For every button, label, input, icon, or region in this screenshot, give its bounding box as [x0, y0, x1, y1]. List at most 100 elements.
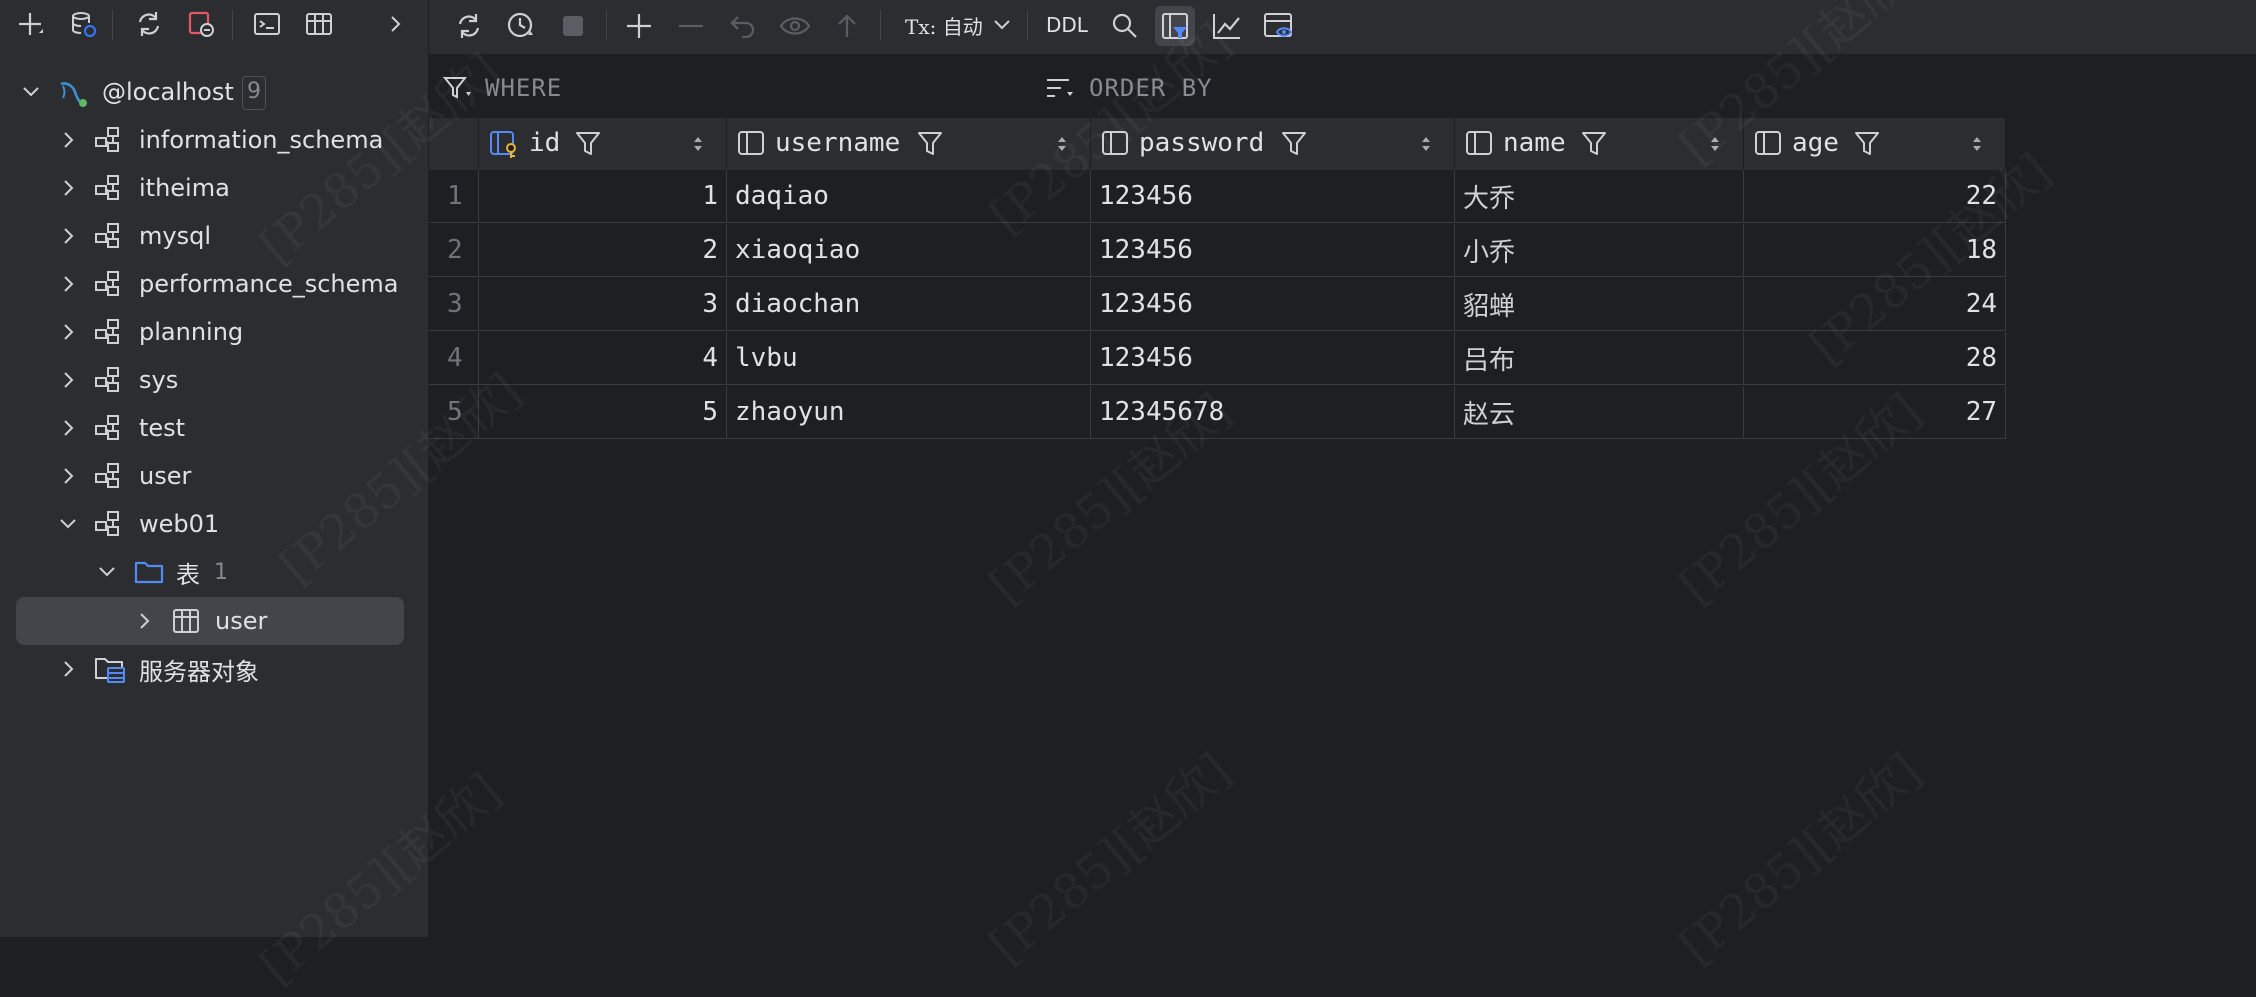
table-cell-username[interactable]: daqiao — [727, 170, 1091, 223]
preview-changes-icon[interactable] — [775, 6, 815, 46]
column-header-username[interactable]: username — [727, 118, 1091, 170]
query-console-icon[interactable] — [248, 5, 286, 43]
disconnect-icon[interactable] — [182, 5, 220, 43]
chevron-down-icon[interactable] — [58, 514, 78, 534]
delete-row-icon[interactable] — [671, 6, 711, 46]
table-cell-password[interactable]: 12345678 — [1091, 386, 1455, 439]
refresh-icon[interactable] — [130, 5, 168, 43]
column-header-label: password — [1139, 128, 1265, 158]
chevron-right-icon[interactable] — [134, 611, 154, 631]
chevron-right-icon[interactable] — [58, 130, 78, 150]
chevron-right-icon[interactable] — [58, 274, 78, 294]
table-cell-username[interactable]: xiaoqiao — [727, 224, 1091, 277]
history-clock-icon[interactable] — [501, 6, 541, 46]
chevron-right-icon[interactable] — [58, 659, 78, 679]
table-view-icon[interactable] — [300, 5, 338, 43]
tree-database-mysql[interactable]: mysql — [0, 213, 428, 259]
table-cell-name[interactable]: 貂蝉 — [1455, 278, 1744, 331]
row-number-header[interactable] — [429, 118, 479, 170]
tree-database-information_schema[interactable]: information_schema — [0, 117, 428, 163]
revert-icon[interactable] — [723, 6, 763, 46]
submit-arrow-up-icon[interactable] — [827, 6, 867, 46]
sort-arrows-icon[interactable] — [1970, 134, 1984, 158]
search-icon[interactable] — [1105, 6, 1145, 46]
table-cell-name[interactable]: 赵云 — [1455, 386, 1744, 439]
order-by-input[interactable]: ORDER BY — [1045, 58, 1645, 118]
tree-database-user[interactable]: user — [0, 453, 428, 499]
view-options-icon[interactable] — [1259, 6, 1299, 46]
column-filter-icon[interactable] — [1581, 130, 1607, 162]
chart-icon[interactable] — [1207, 6, 1247, 46]
table-cell-password[interactable]: 123456 — [1091, 170, 1455, 223]
tables-folder[interactable]: 表 1 — [0, 549, 428, 595]
row-number[interactable]: 5 — [429, 386, 479, 439]
reload-icon[interactable] — [449, 6, 489, 46]
tree-database-test[interactable]: test — [0, 405, 428, 451]
table-cell-password[interactable]: 123456 — [1091, 224, 1455, 277]
sort-arrows-icon[interactable] — [1419, 134, 1433, 158]
transaction-mode-dropdown[interactable]: Tx: 自动 — [905, 0, 1011, 50]
database-label: itheima — [139, 174, 230, 202]
table-cell-username[interactable]: zhaoyun — [727, 386, 1091, 439]
tree-database-sys[interactable]: sys — [0, 357, 428, 403]
server-objects[interactable]: 服务器对象 — [0, 646, 428, 692]
chevron-right-icon[interactable] — [58, 178, 78, 198]
table-cell-name[interactable]: 大乔 — [1455, 170, 1744, 223]
data-editor: Tx: 自动 DDL WHERE ORDER BY id username pa… — [250, 0, 2256, 995]
table-cell-id[interactable]: 1 — [479, 170, 727, 223]
chevron-right-icon[interactable] — [58, 322, 78, 342]
sort-arrows-icon[interactable] — [1055, 134, 1069, 158]
table-cell-username[interactable]: lvbu — [727, 332, 1091, 385]
column-filter-icon[interactable] — [1854, 130, 1880, 162]
table-cell-age[interactable]: 22 — [1744, 170, 2006, 223]
table-item-user[interactable]: user — [0, 598, 428, 644]
column-header-name[interactable]: name — [1455, 118, 1744, 170]
data-source-properties-icon[interactable] — [64, 5, 102, 43]
row-number[interactable]: 1 — [429, 170, 479, 223]
table-cell-age[interactable]: 28 — [1744, 332, 2006, 385]
table-cell-age[interactable]: 24 — [1744, 278, 2006, 331]
table-cell-id[interactable]: 4 — [479, 332, 727, 385]
column-filter-icon[interactable] — [917, 130, 943, 162]
column-filter-icon[interactable] — [575, 130, 601, 162]
table-cell-age[interactable]: 18 — [1744, 224, 2006, 277]
sort-arrows-icon[interactable] — [1708, 134, 1722, 158]
column-header-label: name — [1503, 128, 1566, 158]
where-filter-input[interactable]: WHERE — [443, 58, 1003, 118]
table-cell-id[interactable]: 2 — [479, 224, 727, 277]
tree-database-itheima[interactable]: itheima — [0, 165, 428, 211]
tree-database-performance_schema[interactable]: performance_schema — [0, 261, 428, 307]
row-number[interactable]: 3 — [429, 278, 479, 331]
row-number[interactable]: 2 — [429, 224, 479, 277]
table-cell-name[interactable]: 小乔 — [1455, 224, 1744, 277]
tree-root-localhost[interactable]: @localhost 9 — [0, 69, 428, 115]
tree-database-web01[interactable]: web01 — [0, 501, 428, 547]
sort-arrows-icon[interactable] — [691, 134, 705, 158]
column-header-password[interactable]: password — [1091, 118, 1455, 170]
chevron-right-icon[interactable] — [376, 5, 414, 43]
table-cell-password[interactable]: 123456 — [1091, 332, 1455, 385]
table-cell-age[interactable]: 27 — [1744, 386, 2006, 439]
column-header-id[interactable]: id — [479, 118, 727, 170]
ddl-button[interactable]: DDL — [1046, 0, 1088, 50]
table-cell-id[interactable]: 3 — [479, 278, 727, 331]
chevron-down-icon[interactable] — [97, 562, 117, 582]
table-cell-username[interactable]: diaochan — [727, 278, 1091, 331]
chevron-right-icon[interactable] — [58, 418, 78, 438]
column-header-age[interactable]: age — [1744, 118, 2006, 170]
column-filter-icon[interactable] — [1281, 130, 1307, 162]
chevron-down-icon[interactable] — [21, 82, 41, 102]
table-cell-id[interactable]: 5 — [479, 386, 727, 439]
table-cell-name[interactable]: 吕布 — [1455, 332, 1744, 385]
chevron-right-icon[interactable] — [58, 370, 78, 390]
add-icon[interactable] — [12, 5, 50, 43]
table-cell-password[interactable]: 123456 — [1091, 278, 1455, 331]
stop-icon[interactable] — [553, 6, 593, 46]
filter-panel-toggle-icon[interactable] — [1155, 6, 1195, 46]
tree-database-planning[interactable]: planning — [0, 309, 428, 355]
chevron-right-icon[interactable] — [58, 226, 78, 246]
add-row-icon[interactable] — [619, 6, 659, 46]
chevron-right-icon[interactable] — [58, 466, 78, 486]
row-number[interactable]: 4 — [429, 332, 479, 385]
tables-folder-label: 表 — [176, 560, 200, 589]
